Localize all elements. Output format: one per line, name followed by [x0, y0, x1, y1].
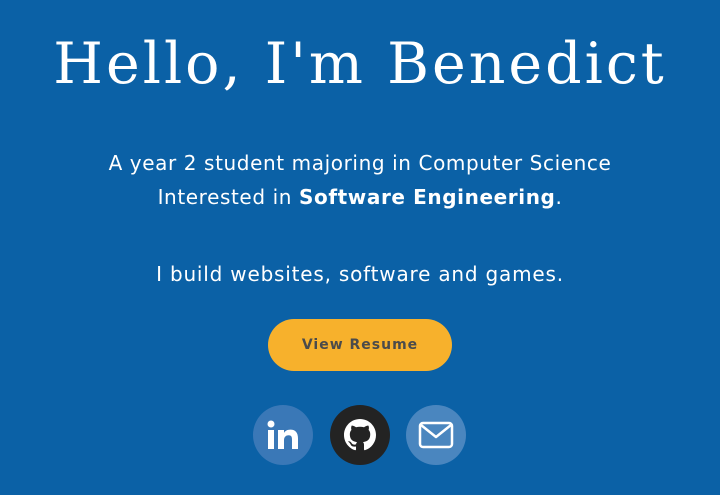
- linkedin-link[interactable]: [253, 405, 313, 465]
- hero-section: Hello, I'm Benedict A year 2 student maj…: [0, 0, 720, 495]
- interest-suffix: .: [555, 185, 563, 209]
- intro-line-major: A year 2 student majoring in Computer Sc…: [108, 151, 612, 175]
- linkedin-icon: [267, 420, 299, 450]
- page-title: Hello, I'm Benedict: [53, 31, 667, 97]
- view-resume-button[interactable]: View Resume: [268, 319, 452, 371]
- github-link[interactable]: [330, 405, 390, 465]
- interest-emphasis: Software Engineering: [298, 185, 556, 209]
- build-statement: I build websites, software and games.: [156, 262, 564, 286]
- interest-prefix: Interested in: [157, 185, 299, 209]
- email-icon: [418, 421, 454, 449]
- intro-line-interest: Interested in Software Engineering.: [0, 180, 720, 214]
- github-icon: [344, 419, 376, 451]
- intro-text: A year 2 student majoring in Computer Sc…: [0, 146, 720, 214]
- email-link[interactable]: [406, 405, 466, 465]
